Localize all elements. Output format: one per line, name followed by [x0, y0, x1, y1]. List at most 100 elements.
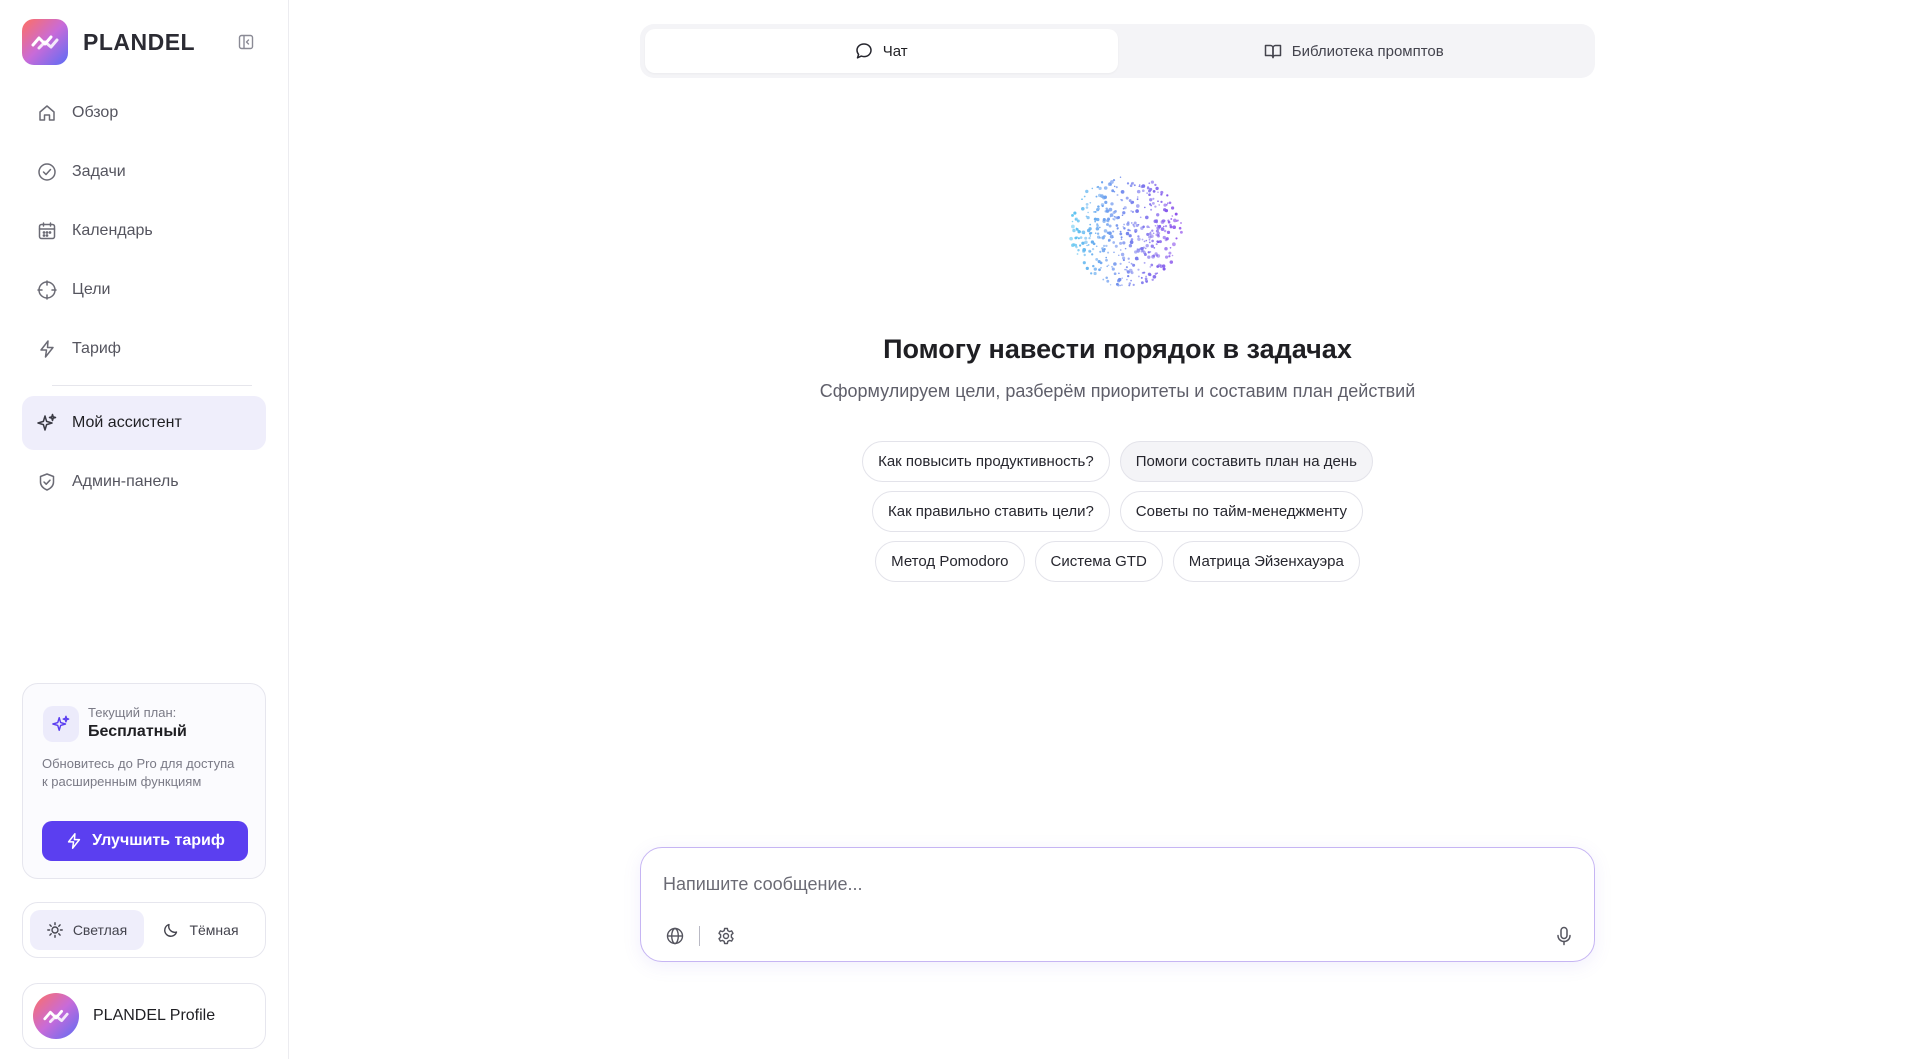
orb-particle — [1083, 253, 1086, 257]
suggestion-chip[interactable]: Матрица Эйзенхауэра — [1172, 541, 1360, 582]
suggestion-chip[interactable]: Советы по тайм-менеджменту — [1119, 491, 1364, 532]
assistant-orb-icon — [1069, 176, 1183, 287]
orb-particle — [1169, 260, 1174, 264]
tab-prompt-library[interactable]: Библиотека промптов — [1118, 29, 1591, 73]
calendar-icon — [36, 220, 58, 242]
theme-dark-button[interactable]: Тёмная — [144, 910, 258, 950]
orb-particle — [1132, 283, 1135, 287]
orb-particle — [1085, 266, 1089, 270]
orb-particle — [1135, 204, 1140, 208]
orb-particle — [1118, 272, 1120, 275]
suggestion-chip[interactable]: Как правильно ставить цели? — [871, 491, 1110, 532]
orb-particle — [1105, 276, 1108, 280]
orb-particle — [1095, 245, 1098, 248]
orb-particle — [1120, 199, 1124, 202]
orb-particle — [1134, 228, 1138, 233]
orb-particle — [1130, 238, 1134, 241]
orb-particle — [1135, 209, 1139, 213]
orb-particle — [1089, 235, 1092, 237]
orb-particle — [1166, 194, 1169, 197]
orb-particle — [1171, 215, 1174, 217]
orb-particle — [1169, 246, 1172, 249]
orb-particle — [1150, 180, 1155, 184]
orb-particle — [1122, 211, 1126, 215]
settings-icon[interactable] — [714, 924, 738, 948]
orb-particle — [1098, 208, 1101, 210]
orb-particle — [1127, 228, 1130, 232]
orb-particle — [1171, 254, 1174, 257]
orb-particle — [1130, 201, 1132, 204]
lightning-icon — [65, 832, 83, 850]
orb-particle — [1144, 279, 1149, 283]
theme-switch: Светлая Тёмная — [22, 902, 266, 958]
orb-particle — [1139, 247, 1142, 250]
sidebar-item-tasks[interactable]: Задачи — [22, 145, 266, 199]
orb-particle — [1128, 282, 1132, 285]
suggestion-row: Как правильно ставить цели? Советы по та… — [640, 491, 1595, 532]
sidebar-item-tariff[interactable]: Тариф — [22, 322, 266, 376]
orb-particle — [1146, 192, 1148, 194]
collapse-sidebar-icon[interactable] — [237, 33, 255, 51]
theme-light-button[interactable]: Светлая — [30, 910, 144, 950]
orb-particle — [1149, 266, 1152, 268]
orb-particle — [1095, 195, 1098, 198]
orb-particle — [1121, 214, 1124, 216]
orb-particle — [1086, 215, 1090, 220]
orb-particle — [1097, 260, 1101, 264]
orb-particle — [1071, 220, 1074, 223]
tab-chat[interactable]: Чат — [645, 29, 1118, 73]
orb-particle — [1123, 227, 1126, 230]
orb-particle — [1155, 186, 1159, 191]
orb-particle — [1123, 206, 1127, 210]
orb-particle — [1148, 193, 1151, 196]
upgrade-plan-button[interactable]: Улучшить тариф — [42, 821, 248, 861]
message-input[interactable] — [663, 870, 1543, 898]
orb-particle — [1168, 251, 1172, 255]
composer-tools — [663, 924, 738, 948]
sidebar-item-calendar[interactable]: Календарь — [22, 204, 266, 258]
orb-particle — [1123, 223, 1125, 226]
orb-particle — [1088, 236, 1091, 240]
microphone-icon[interactable] — [1552, 924, 1576, 948]
orb-particle — [1096, 232, 1100, 235]
orb-particle — [1166, 202, 1169, 204]
orb-particle — [1139, 216, 1142, 219]
profile-card[interactable]: PLANDEL Profile — [22, 983, 266, 1049]
suggestion-chip[interactable]: Как повысить продуктивность? — [862, 441, 1110, 482]
orb-particle — [1150, 263, 1154, 267]
orb-particle — [1151, 278, 1154, 282]
orb-particle — [1120, 252, 1125, 257]
orb-particle — [1100, 266, 1102, 269]
orb-particle — [1113, 185, 1116, 188]
orb-particle — [1103, 229, 1108, 233]
sidebar-item-overview[interactable]: Обзор — [22, 86, 266, 140]
orb-particle — [1092, 264, 1095, 268]
suggestion-chip[interactable]: Система GTD — [1034, 541, 1163, 582]
orb-particle — [1093, 217, 1097, 221]
tab-prompt-library-label: Библиотека промптов — [1291, 42, 1444, 60]
suggestion-chip[interactable]: Помоги составить план на день — [1119, 441, 1373, 482]
orb-particle — [1145, 239, 1148, 242]
orb-particle — [1084, 240, 1088, 245]
orb-particle — [1163, 203, 1167, 207]
orb-particle — [1179, 230, 1183, 234]
sidebar-item-my-assistant[interactable]: Мой ассистент — [22, 396, 266, 450]
orb-particle — [1155, 229, 1159, 233]
orb-particle — [1069, 236, 1073, 241]
sidebar-item-admin-panel[interactable]: Админ-панель — [22, 455, 266, 509]
orb-particle — [1076, 253, 1079, 255]
orb-particle — [1151, 229, 1154, 232]
orb-particle — [1120, 190, 1125, 194]
orb-particle — [1138, 185, 1141, 188]
orb-particle — [1168, 201, 1172, 205]
orb-particle — [1147, 272, 1152, 276]
orb-particle — [1090, 272, 1093, 275]
orb-particle — [1152, 197, 1155, 200]
brand[interactable]: PLANDEL — [22, 19, 195, 65]
globe-icon[interactable] — [663, 924, 687, 948]
orb-particle — [1117, 284, 1120, 287]
sidebar-item-goals[interactable]: Цели — [22, 263, 266, 317]
orb-particle — [1090, 240, 1095, 244]
orb-particle — [1095, 227, 1100, 231]
suggestion-chip[interactable]: Метод Pomodoro — [875, 541, 1025, 582]
